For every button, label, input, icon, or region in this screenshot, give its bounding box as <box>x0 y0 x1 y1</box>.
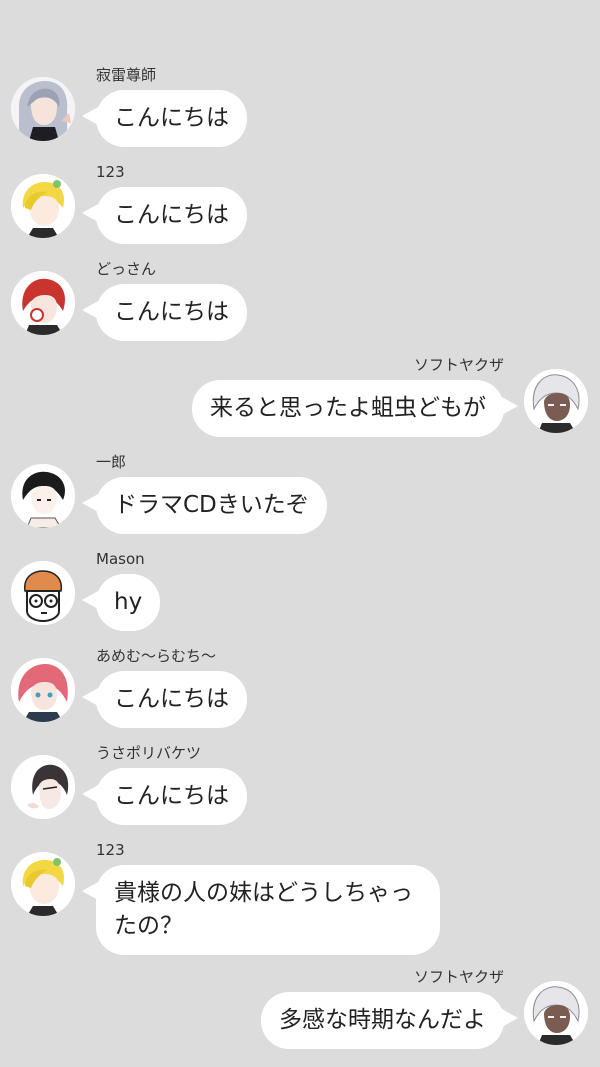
message-text: hy <box>114 589 143 615</box>
avatar-blonde-boy[interactable] <box>11 174 75 238</box>
sender-name: どっさん <box>96 260 157 278</box>
message-bubble[interactable]: こんにちは <box>82 671 247 728</box>
message-bubble[interactable]: こんにちは <box>82 284 247 341</box>
message-text: ドラマCDきいたぞ <box>114 492 309 518</box>
message-bubble[interactable]: hy <box>82 574 161 631</box>
sender-name: ソフトヤクザ <box>413 968 504 986</box>
bubble-tail <box>82 203 100 223</box>
message-bubble[interactable]: ドラマCDきいたぞ <box>82 477 327 534</box>
message-bubble[interactable]: こんにちは <box>82 768 247 825</box>
bubble-tail <box>82 590 100 610</box>
sender-name: 123 <box>96 841 125 859</box>
avatar-cartoon-glasses[interactable] <box>11 561 75 625</box>
sender-name: あめむ〜らむち〜 <box>96 647 217 665</box>
sender-name: ソフトヤクザ <box>413 356 504 374</box>
avatar-red-hair[interactable] <box>11 271 75 335</box>
bubble-tail <box>82 784 100 804</box>
message-text: こんにちは <box>114 783 229 809</box>
message-text: こんにちは <box>114 202 229 228</box>
avatar-dark-hair-profile[interactable] <box>11 755 75 819</box>
message-bubble[interactable]: 貴様の人の妹はどうしちゃったの？ <box>82 865 440 955</box>
bubble-tail <box>500 396 518 416</box>
bubble-tail <box>82 300 100 320</box>
bubble-tail <box>82 687 100 707</box>
message-text: 来ると思ったよ蛆虫どもが <box>210 395 486 421</box>
bubble-tail <box>82 881 100 901</box>
sender-name: Mason <box>96 550 145 568</box>
message-text: 多感な時期なんだよ <box>279 1007 486 1033</box>
bubble-tail <box>500 1008 518 1028</box>
message-text: こんにちは <box>114 105 229 131</box>
bubble-tail <box>82 493 100 513</box>
message-text: こんにちは <box>114 299 229 325</box>
sender-name: 123 <box>96 163 125 181</box>
avatar-white-hair[interactable] <box>524 981 588 1045</box>
chat-area: 寂雷尊師 こんにちは 123 こんにちは どっさん こんにちは ソフトヤクザ 来… <box>0 0 600 1067</box>
avatar-blonde-boy[interactable] <box>11 852 75 916</box>
message-bubble[interactable]: 多感な時期なんだよ <box>261 992 518 1049</box>
sender-name: 寂雷尊師 <box>96 66 157 84</box>
message-text: こんにちは <box>114 686 229 712</box>
avatar-silver-long-hair[interactable] <box>11 77 75 141</box>
sender-name: うさポリバケツ <box>96 744 202 762</box>
message-text: 貴様の人の妹はどうしちゃったの？ <box>114 880 413 939</box>
bubble-tail <box>82 106 100 126</box>
message-bubble[interactable]: こんにちは <box>82 187 247 244</box>
avatar-white-hair[interactable] <box>524 369 588 433</box>
message-bubble[interactable]: 来ると思ったよ蛆虫どもが <box>192 380 518 437</box>
sender-name: 一郎 <box>96 453 127 471</box>
avatar-pink-hair[interactable] <box>11 658 75 722</box>
avatar-black-hair[interactable] <box>11 464 75 528</box>
message-bubble[interactable]: こんにちは <box>82 90 247 147</box>
